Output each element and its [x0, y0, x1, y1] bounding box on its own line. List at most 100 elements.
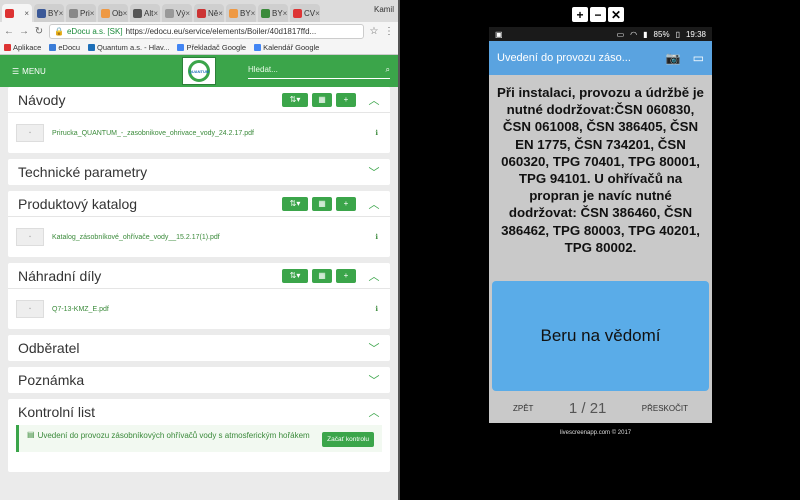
- browser-window: × BY × Pri × Ob × Alt × Vý × Ně × BY × BY × CV × Kamil ← → …: [0, 0, 398, 500]
- close-tab-icon[interactable]: ×: [153, 9, 158, 18]
- app-icon: ▣: [495, 29, 503, 39]
- chevron-up-icon[interactable]: ︿: [368, 198, 380, 211]
- close-tab-icon[interactable]: ×: [185, 9, 190, 18]
- comment-icon[interactable]: ▭: [693, 51, 704, 65]
- add-button[interactable]: +: [336, 268, 356, 283]
- info-icon[interactable]: ℹ: [375, 305, 378, 313]
- section-header[interactable]: Odběratel ﹀: [8, 335, 390, 361]
- section-odberatel: Odběratel ﹀: [8, 335, 390, 361]
- section-title: Náhradní díly: [18, 267, 102, 284]
- section-header[interactable]: Návody ⇅▾ ▦ + ︿: [8, 87, 390, 113]
- section-poznamka: Poznámka ﹀: [8, 367, 390, 393]
- browser-tab[interactable]: BY ×: [226, 4, 256, 22]
- browser-tab[interactable]: Ně ×: [194, 4, 224, 22]
- address-bar-row: ← → ↻ 🔒 eDocu a.s. [SK] https://edocu.eu…: [0, 22, 398, 41]
- chevron-up-icon[interactable]: ︿: [368, 94, 380, 107]
- section-katalog: Produktový katalog ⇅▾ ▦ + ︿ ▪ Katalog_zá…: [8, 191, 390, 257]
- search-input[interactable]: [248, 65, 386, 74]
- section-header[interactable]: Kontrolní list ︿: [8, 399, 390, 425]
- section-title: Odběratel: [18, 340, 80, 356]
- section-header[interactable]: Náhradní díly ⇅▾ ▦ + ︿: [8, 263, 390, 289]
- info-icon[interactable]: ℹ: [375, 129, 378, 137]
- browser-tab[interactable]: Alt ×: [130, 4, 160, 22]
- close-tab-icon[interactable]: ×: [283, 9, 288, 18]
- close-tab-icon[interactable]: ×: [59, 9, 64, 18]
- bookmark-apps[interactable]: Aplikace: [4, 43, 41, 52]
- section-kontrolni: Kontrolní list ︿ ▤ Uvedení do provozu zá…: [8, 399, 390, 472]
- close-tab-icon[interactable]: ×: [315, 9, 320, 18]
- browser-tab[interactable]: BY ×: [34, 4, 64, 22]
- add-button[interactable]: +: [336, 92, 356, 107]
- star-icon[interactable]: ☆: [369, 26, 379, 37]
- forward-icon[interactable]: →: [19, 26, 29, 37]
- sort-button[interactable]: ⇅▾: [282, 196, 308, 211]
- favicon-icon: [5, 8, 14, 18]
- close-tab-icon[interactable]: ×: [90, 9, 95, 18]
- zoom-out-icon[interactable]: −: [590, 7, 606, 22]
- browser-tab[interactable]: CV ×: [290, 4, 320, 22]
- sort-button[interactable]: ⇅▾: [282, 268, 308, 283]
- back-icon[interactable]: ←: [4, 26, 14, 37]
- close-tab-icon[interactable]: ×: [123, 9, 128, 18]
- browser-tab[interactable]: Vý ×: [162, 4, 192, 22]
- quantum-icon: [88, 44, 96, 51]
- browser-tab[interactable]: BY ×: [258, 4, 288, 22]
- close-tab-icon[interactable]: ×: [251, 9, 256, 18]
- grid-view-button[interactable]: ▦: [312, 196, 332, 211]
- tab-label: Ob: [112, 8, 123, 18]
- tab-label: BY: [272, 8, 283, 18]
- app-title: Uvedení do provozu záso...: [497, 52, 631, 64]
- more-icon[interactable]: ⋮: [384, 26, 394, 37]
- add-button[interactable]: +: [336, 196, 356, 211]
- fullscreen-icon[interactable]: ✕: [608, 7, 624, 22]
- instruction-text: Při instalaci, provozu a údržbě je nutné…: [497, 85, 704, 255]
- bookmark-edocu[interactable]: eDocu: [49, 43, 80, 52]
- url-field[interactable]: 🔒 eDocu a.s. [SK] https://edocu.eu/servi…: [49, 24, 364, 39]
- chevron-up-icon[interactable]: ︿: [368, 406, 380, 419]
- search-icon[interactable]: ⌕: [386, 65, 390, 75]
- quantum-logo[interactable]: QUANTUM: [182, 57, 216, 85]
- grid-view-button[interactable]: ▦: [312, 92, 332, 107]
- zoom-in-icon[interactable]: +: [572, 7, 588, 22]
- url-secure-label: eDocu a.s. [SK]: [66, 27, 123, 36]
- camera-icon[interactable]: 📷: [666, 51, 681, 65]
- back-button[interactable]: ZPĚT: [513, 404, 533, 413]
- acknowledge-button[interactable]: Beru na vědomí: [492, 281, 709, 391]
- tab-label: Pri: [80, 8, 90, 18]
- info-icon[interactable]: ℹ: [375, 233, 378, 241]
- section-header[interactable]: Produktový katalog ⇅▾ ▦ + ︿: [8, 191, 390, 217]
- url-text: https://edocu.eu/service/elements/Boiler…: [125, 27, 317, 36]
- close-tab-icon[interactable]: ×: [24, 9, 29, 18]
- section-title: Poznámka: [18, 372, 85, 388]
- chevron-down-icon[interactable]: ﹀: [368, 342, 380, 355]
- reload-icon[interactable]: ↻: [34, 26, 44, 37]
- file-row[interactable]: ▪ Prirucka_QUANTUM_-_zasobnikove_ohrivac…: [8, 113, 390, 153]
- sort-button[interactable]: ⇅▾: [282, 92, 308, 107]
- bookmark-quantum[interactable]: Quantum a.s. - Hlav...: [88, 43, 169, 52]
- browser-tab[interactable]: ×: [2, 4, 32, 22]
- menu-button[interactable]: ☰ MENU: [12, 67, 46, 76]
- browser-tab[interactable]: Pri ×: [66, 4, 96, 22]
- start-check-button[interactable]: Začať kontrolu: [322, 432, 374, 447]
- grid-view-button[interactable]: ▦: [312, 268, 332, 283]
- favicon-icon: [69, 8, 78, 18]
- profile-name[interactable]: Kamil: [374, 5, 394, 14]
- page-indicator: 1 / 21: [568, 399, 607, 417]
- chevron-up-icon[interactable]: ︿: [368, 270, 380, 283]
- file-link[interactable]: Q7-13-KMZ_E.pdf: [52, 306, 375, 313]
- file-row[interactable]: ▪ Katalog_zásobníkové_ohřívače_vody__15.…: [8, 217, 390, 257]
- file-link[interactable]: Katalog_zásobníkové_ohřívače_vody__15.2.…: [52, 234, 375, 241]
- bookmark-translate[interactable]: Překladač Google: [177, 43, 246, 52]
- file-link[interactable]: Prirucka_QUANTUM_-_zasobnikove_ohrivace_…: [52, 130, 375, 137]
- close-tab-icon[interactable]: ×: [218, 9, 223, 18]
- browser-tab[interactable]: Ob ×: [98, 4, 128, 22]
- bookmark-calendar[interactable]: Kalendář Google: [254, 43, 319, 52]
- file-row[interactable]: ▪ Q7-13-KMZ_E.pdf ℹ: [8, 289, 390, 329]
- section-header[interactable]: Poznámka ﹀: [8, 367, 390, 393]
- section-header[interactable]: Technické parametry ﹀: [8, 159, 390, 185]
- skip-button[interactable]: PŘESKOČIT: [642, 404, 688, 413]
- chevron-down-icon[interactable]: ﹀: [368, 374, 380, 387]
- tab-label: CV: [304, 8, 316, 18]
- chevron-down-icon[interactable]: ﹀: [368, 166, 380, 179]
- favicon-icon: [293, 8, 302, 18]
